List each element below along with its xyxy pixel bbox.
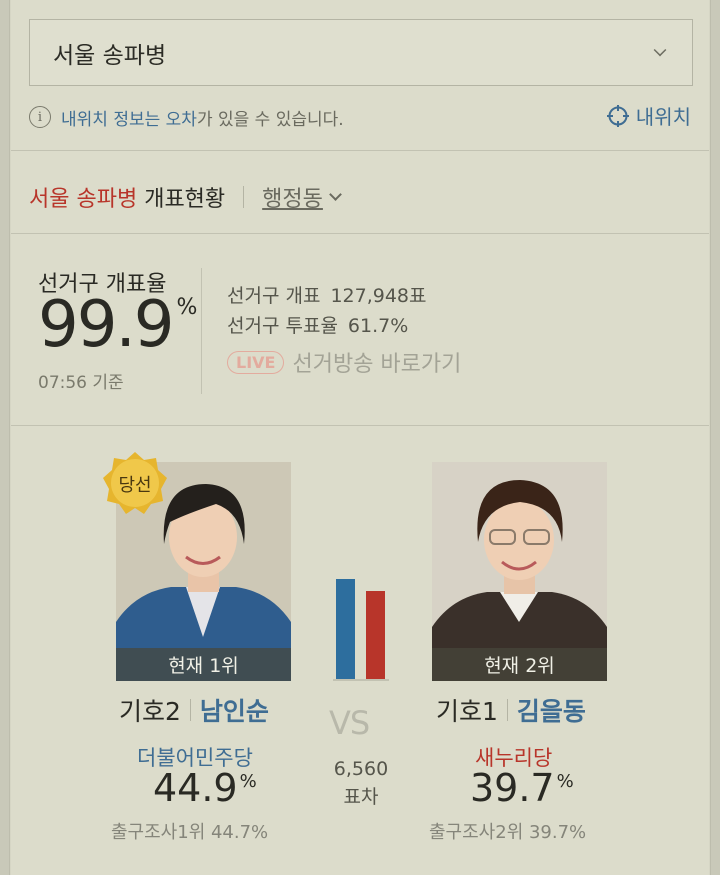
region-select[interactable]: 서울 송파병 bbox=[29, 19, 693, 86]
exit-poll: 출구조사1위 44.7% bbox=[111, 822, 269, 843]
chevron-down-icon bbox=[653, 43, 667, 57]
heading-title: 개표현황 bbox=[144, 187, 226, 212]
heading-separator bbox=[243, 186, 245, 208]
candidate-2-name-row: 기호1 김을동 bbox=[436, 692, 586, 728]
count-rate: 99.9% bbox=[38, 290, 197, 360]
name-separator bbox=[189, 699, 191, 721]
turnout-label: 선거구 투표율 bbox=[227, 315, 338, 337]
region-select-value: 서울 송파병 bbox=[53, 42, 167, 69]
rank-label: 현재 2위 bbox=[432, 648, 607, 681]
live-badge: LIVE bbox=[227, 350, 285, 374]
dong-dropdown[interactable]: 행정동 bbox=[262, 181, 323, 213]
candidate-2-bar bbox=[366, 591, 385, 679]
vs-label: VS bbox=[329, 704, 370, 742]
divider bbox=[11, 233, 709, 234]
turnout-value: 61.7% bbox=[347, 315, 409, 337]
live-broadcast-link[interactable]: LIVE 선거방송 바로가기 bbox=[227, 346, 461, 378]
right-frame bbox=[710, 0, 720, 875]
election-panel: 서울 송파병 i 내위치 정보는 오차 가 있을 수 있습니다. 내위치 서울 … bbox=[11, 0, 709, 875]
candidate-rate-value: 39.7 bbox=[470, 766, 555, 810]
candidate-rate-unit: % bbox=[239, 771, 257, 792]
count-rate-value: 99.9 bbox=[38, 288, 174, 362]
candidate-1-bar bbox=[336, 579, 355, 679]
live-link-text: 선거방송 바로가기 bbox=[292, 352, 462, 377]
candidate-name[interactable]: 남인순 bbox=[200, 692, 269, 728]
elected-badge: 당선 bbox=[103, 452, 167, 514]
candidate-number: 기호2 bbox=[119, 697, 181, 726]
target-icon bbox=[606, 104, 629, 127]
candidate-1-name-row: 기호2 남인순 bbox=[119, 692, 269, 728]
rank-label: 현재 1위 bbox=[116, 648, 291, 681]
candidate-photo[interactable]: 현재 2위 bbox=[432, 462, 607, 681]
votes-label: 선거구 개표 bbox=[227, 285, 321, 307]
vote-bars bbox=[333, 579, 389, 681]
divider bbox=[11, 150, 709, 151]
candidate-rate: 44.9% bbox=[153, 766, 257, 810]
chevron-down-icon bbox=[329, 187, 342, 201]
count-time: 07:56 기준 bbox=[38, 373, 124, 393]
candidate-rate-value: 44.9 bbox=[153, 766, 238, 810]
vote-margin-value: 6,560 bbox=[333, 758, 389, 780]
left-frame bbox=[0, 0, 10, 875]
notice-link-text[interactable]: 내위치 정보는 오차 bbox=[61, 105, 197, 130]
count-heading: 서울 송파병 개표현황 행정동 bbox=[29, 181, 342, 213]
candidate-rate: 39.7% bbox=[470, 766, 574, 810]
candidate-rate-unit: % bbox=[556, 771, 574, 792]
exit-poll: 출구조사2위 39.7% bbox=[429, 822, 587, 843]
location-notice: i 내위치 정보는 오차 가 있을 수 있습니다. bbox=[29, 104, 344, 130]
divider bbox=[11, 425, 709, 426]
info-icon: i bbox=[29, 106, 51, 128]
my-location-button[interactable]: 내위치 bbox=[606, 101, 691, 130]
divider bbox=[201, 268, 202, 394]
vote-margin: 6,560 표차 bbox=[321, 756, 401, 811]
candidate-name[interactable]: 김을동 bbox=[517, 692, 586, 728]
candidate-number: 기호1 bbox=[436, 697, 498, 726]
heading-district: 서울 송파병 bbox=[29, 187, 138, 212]
votes-stat: 선거구 개표 127,948표 bbox=[227, 281, 427, 308]
my-location-label: 내위치 bbox=[635, 105, 691, 129]
name-separator bbox=[506, 699, 508, 721]
count-rate-unit: % bbox=[176, 295, 198, 320]
votes-value: 127,948표 bbox=[330, 285, 427, 307]
turnout-stat: 선거구 투표율 61.7% bbox=[227, 311, 408, 338]
notice-rest-text: 가 있을 수 있습니다. bbox=[196, 109, 344, 130]
elected-badge-text: 당선 bbox=[118, 475, 151, 496]
vote-margin-label: 표차 bbox=[343, 785, 379, 808]
